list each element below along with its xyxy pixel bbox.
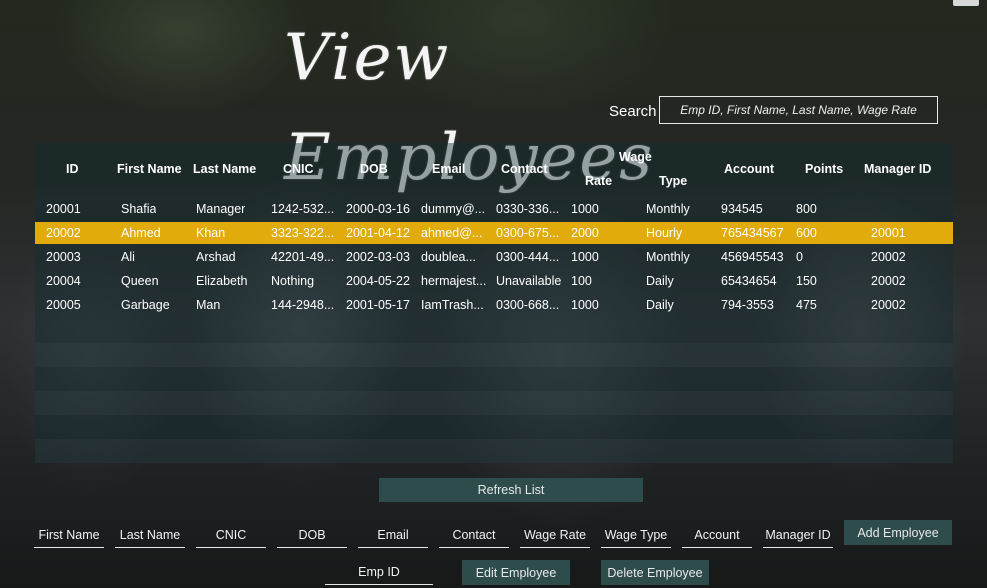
edit-employee-button[interactable]: Edit Employee [462,560,570,585]
header-contact[interactable]: Contact [501,162,548,176]
table-row[interactable]: 20001 Shafia Manager 1242-532... 2000-03… [35,198,953,220]
table-row[interactable]: 20005 Garbage Man 144-2948... 2001-05-17… [35,294,953,316]
account-field[interactable]: Account [682,522,752,548]
row-stripe [35,439,953,463]
header-first-name[interactable]: First Name [117,162,182,176]
table-row-selected[interactable]: 20002 Ahmed Khan 3323-322... 2001-04-12 … [35,222,953,244]
emp-id-field[interactable]: Emp ID [325,559,433,585]
cell-wage-rate: 2000 [571,226,599,240]
cell-first-name: Garbage [121,298,170,312]
cell-wage-type: Daily [646,274,674,288]
wage-type-field[interactable]: Wage Type [601,522,671,548]
cell-last-name: Arshad [196,250,236,264]
header-rate[interactable]: Rate [585,174,612,188]
header-dob[interactable]: DOB [360,162,388,176]
header-id[interactable]: ID [66,162,79,176]
cell-cnic: Nothing [271,274,315,288]
cell-points: 150 [796,274,817,288]
header-manager-id[interactable]: Manager ID [864,162,931,176]
cell-email: dummy@... [421,202,486,216]
cell-account: 65434654 [721,274,777,288]
search-input[interactable] [659,96,938,124]
cell-account: 934545 [721,202,763,216]
first-name-field[interactable]: First Name [34,522,104,548]
header-last-name[interactable]: Last Name [193,162,256,176]
page-title: View Employees [284,21,655,195]
header-email[interactable]: Email [432,162,465,176]
cell-first-name: Ali [121,250,135,264]
cell-points: 0 [796,250,803,264]
cell-id: 20005 [46,298,81,312]
header-type[interactable]: Type [659,174,687,188]
table-row[interactable]: 20003 Ali Arshad 42201-49... 2002-03-03 … [35,246,953,268]
cell-contact: 0300-668... [496,298,560,312]
cell-last-name: Khan [196,226,226,240]
cell-email: ahmed@... [421,226,483,240]
wage-rate-field[interactable]: Wage Rate [520,522,590,548]
cell-id: 20002 [46,226,81,240]
refresh-list-button[interactable]: Refresh List [379,478,643,502]
cell-wage-rate: 1000 [571,298,599,312]
cell-wage-type: Monthly [646,202,690,216]
cell-id: 20004 [46,274,81,288]
cell-last-name: Manager [196,202,246,216]
cell-last-name: Elizabeth [196,274,248,288]
cell-contact: 0300-444... [496,250,560,264]
search-label: Search [609,103,657,120]
last-name-field[interactable]: Last Name [115,522,185,548]
cell-dob: 2000-03-16 [346,202,410,216]
cell-wage-type: Hourly [646,226,683,240]
cell-cnic: 3323-322... [271,226,335,240]
cell-account: 765434567 [721,226,784,240]
row-stripe [35,391,953,415]
email-field[interactable]: Email [358,522,428,548]
cell-email: hermajest... [421,274,487,288]
manager-id-field[interactable]: Manager ID [763,522,833,548]
cell-wage-type: Monthly [646,250,690,264]
cell-last-name: Man [196,298,221,312]
header-account[interactable]: Account [724,162,774,176]
cell-id: 20003 [46,250,81,264]
cell-email: IamTrash... [421,298,484,312]
cell-dob: 2004-05-22 [346,274,410,288]
cell-contact: 0330-336... [496,202,560,216]
cell-dob: 2001-05-17 [346,298,410,312]
cell-manager-id: 20001 [871,226,906,240]
table-row[interactable]: 20004 Queen Elizabeth Nothing 2004-05-22… [35,270,953,292]
cell-account: 456945543 [721,250,784,264]
header-wage: Wage [619,150,652,164]
cell-cnic: 1242-532... [271,202,335,216]
cell-wage-type: Daily [646,298,674,312]
cell-points: 800 [796,202,817,216]
add-employee-button[interactable]: Add Employee [844,520,952,545]
cell-manager-id: 20002 [871,250,906,264]
cell-points: 600 [796,226,817,240]
dob-field[interactable]: DOB [277,522,347,548]
contact-field[interactable]: Contact [439,522,509,548]
cell-points: 475 [796,298,817,312]
cell-contact: 0300-675... [496,226,560,240]
cell-first-name: Ahmed [121,226,161,240]
cell-wage-rate: 1000 [571,250,599,264]
delete-employee-button[interactable]: Delete Employee [601,560,709,585]
cell-manager-id: 20002 [871,298,906,312]
row-stripe [35,343,953,367]
cell-wage-rate: 1000 [571,202,599,216]
cell-first-name: Queen [121,274,159,288]
cell-cnic: 144-2948... [271,298,335,312]
cell-id: 20001 [46,202,81,216]
header-cnic[interactable]: CNIC [283,162,314,176]
cell-dob: 2001-04-12 [346,226,410,240]
cell-cnic: 42201-49... [271,250,335,264]
header-points[interactable]: Points [805,162,843,176]
cell-manager-id: 20002 [871,274,906,288]
cell-email: doublea... [421,250,476,264]
cell-dob: 2002-03-03 [346,250,410,264]
cnic-field[interactable]: CNIC [196,522,266,548]
cell-contact: Unavailable [496,274,562,288]
window-control-button[interactable] [953,0,979,6]
cell-first-name: Shafia [121,202,157,216]
cell-wage-rate: 100 [571,274,592,288]
cell-account: 794-3553 [721,298,774,312]
